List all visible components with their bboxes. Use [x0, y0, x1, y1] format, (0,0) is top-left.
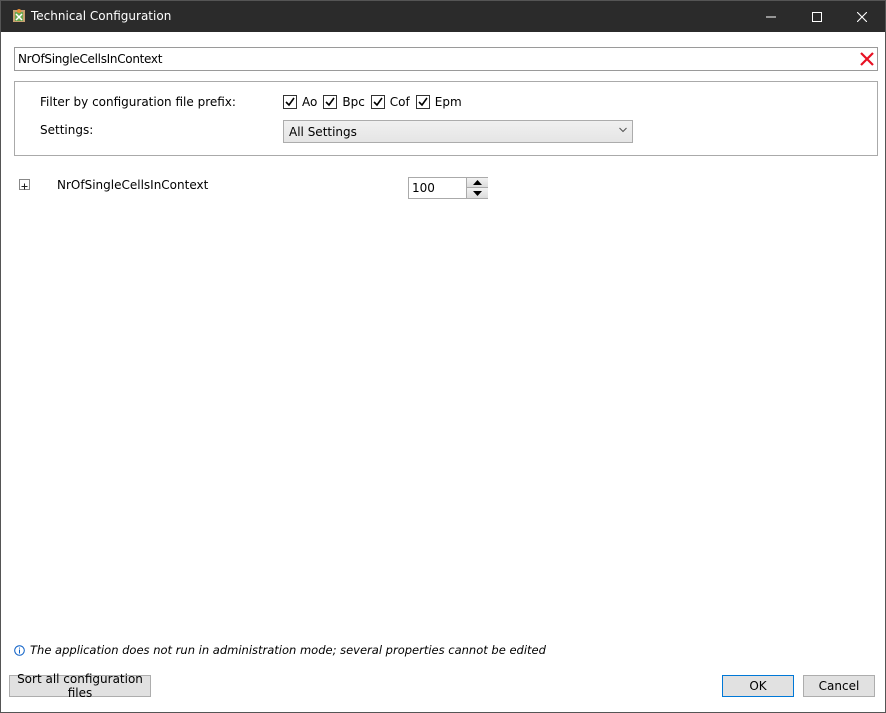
decrement-button[interactable] [466, 188, 488, 198]
maximize-button[interactable] [794, 1, 840, 32]
increment-button[interactable] [466, 178, 488, 188]
property-name: NrOfSingleCellsInContext [57, 178, 209, 192]
checkbox-box[interactable] [283, 95, 297, 109]
close-button[interactable] [839, 1, 885, 32]
checkbox-label: Ao [302, 95, 318, 109]
checkbox-label: Bpc [342, 95, 365, 109]
info-text: The application does not run in administ… [30, 643, 546, 657]
info-message: The application does not run in administ… [14, 643, 546, 657]
maximize-icon [812, 11, 822, 22]
window-title: Technical Configuration [31, 9, 172, 23]
title-bar[interactable]: Technical Configuration [1, 1, 885, 32]
checkbox-box[interactable] [370, 95, 385, 109]
cancel-button[interactable]: Cancel [803, 675, 875, 697]
checkbox-label: Epm [434, 95, 462, 109]
prefix-checkbox-group: Ao Bpc Cof Epm [283, 95, 468, 109]
checkbox-box[interactable] [323, 95, 338, 109]
app-icon [13, 9, 25, 22]
clear-search-icon[interactable] [859, 51, 875, 67]
checkmark-icon [325, 97, 335, 107]
checkbox-label: Cof [389, 95, 410, 109]
chevron-down-icon [619, 127, 627, 133]
arrow-up-icon [473, 180, 482, 185]
property-value[interactable]: 100 [412, 181, 435, 195]
checkbox-box[interactable] [415, 95, 430, 109]
filter-panel: Filter by configuration file prefix: Ao … [14, 81, 878, 156]
search-input[interactable] [15, 48, 848, 70]
settings-label: Settings: [40, 123, 94, 137]
checkbox-cof[interactable]: Cof [370, 95, 410, 109]
arrow-down-icon [473, 190, 482, 196]
ok-button[interactable]: OK [722, 675, 794, 697]
checkbox-epm[interactable]: Epm [415, 95, 462, 109]
settings-selected-value: All Settings [289, 125, 357, 139]
checkmark-icon [418, 97, 428, 107]
checkmark-icon [285, 97, 295, 107]
minimize-button[interactable] [748, 1, 794, 32]
filter-prefix-label: Filter by configuration file prefix: [40, 95, 236, 109]
minimize-icon [766, 16, 776, 17]
property-value-stepper[interactable]: 100 [408, 177, 488, 199]
plus-icon [21, 183, 28, 190]
sort-config-files-button[interactable]: Sort all configuration files [9, 672, 151, 700]
checkmark-icon [373, 97, 383, 107]
property-row: NrOfSingleCellsInContext 100 [19, 177, 499, 199]
info-icon [14, 644, 25, 656]
search-box [14, 47, 878, 71]
settings-select[interactable]: All Settings [283, 120, 633, 143]
close-icon [857, 11, 867, 22]
checkbox-ao[interactable]: Ao [283, 95, 317, 109]
expand-toggle[interactable] [19, 179, 30, 190]
checkbox-bpc[interactable]: Bpc [323, 95, 365, 109]
technical-configuration-window: Technical Configuration Filter by config… [0, 0, 886, 713]
